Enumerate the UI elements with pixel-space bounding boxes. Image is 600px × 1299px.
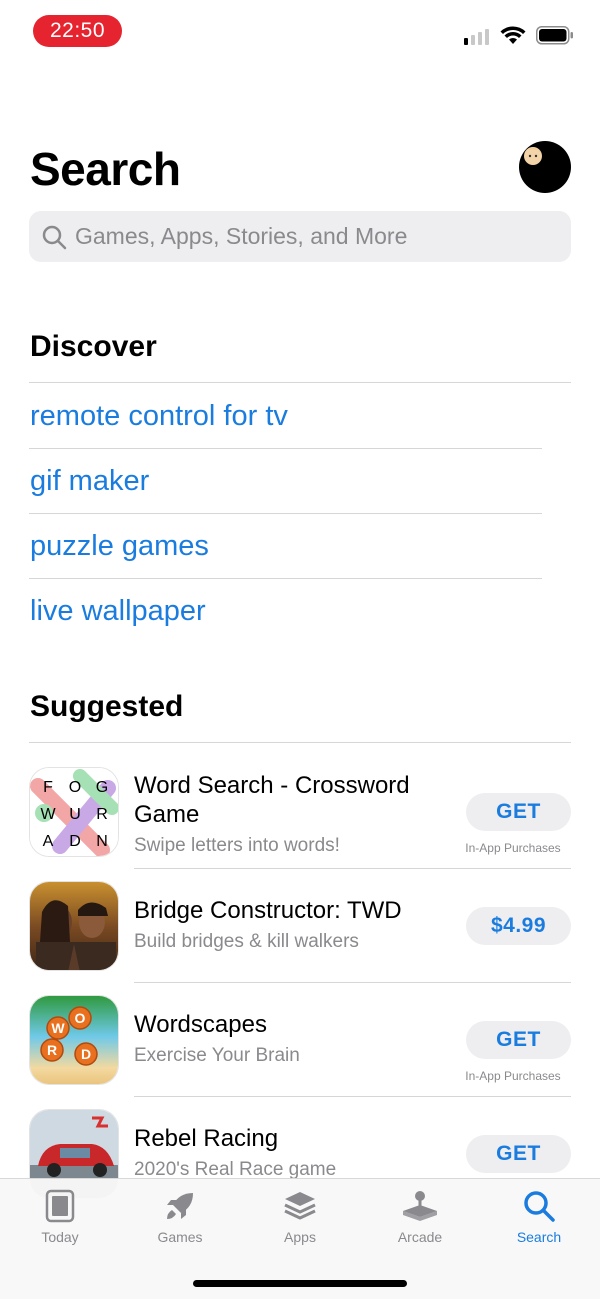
discover-item-divider xyxy=(29,578,542,579)
svg-text:W: W xyxy=(51,1020,65,1036)
suggested-divider xyxy=(29,742,571,743)
get-button[interactable]: GET xyxy=(466,1021,571,1059)
word-search-icon[interactable]: F O G W U R A D N xyxy=(29,767,119,857)
app-subtitle: Swipe letters into words! xyxy=(134,835,340,856)
word-search-letter: G xyxy=(96,779,108,796)
discover-divider xyxy=(29,382,571,383)
status-time: 22:50 xyxy=(33,15,122,47)
price-button[interactable]: $4.99 xyxy=(466,907,571,945)
word-search-letter: U xyxy=(69,806,81,823)
layers-icon xyxy=(284,1192,316,1220)
app-subtitle: Exercise Your Brain xyxy=(134,1045,300,1066)
tab-games[interactable]: Games xyxy=(130,1189,230,1245)
discover-heading: Discover xyxy=(30,330,157,363)
app-row-divider xyxy=(134,982,571,983)
tab-label: Apps xyxy=(284,1229,316,1245)
app-name[interactable]: Wordscapes xyxy=(134,1010,444,1039)
discover-item-divider xyxy=(29,448,542,449)
rocket-icon xyxy=(167,1193,193,1219)
discover-item[interactable]: puzzle games xyxy=(30,530,209,563)
word-search-letter: W xyxy=(40,806,56,823)
tab-label: Today xyxy=(41,1229,79,1245)
app-row-word-search[interactable]: F O G W U R A D N Word Search - Crosswor… xyxy=(29,767,571,881)
word-search-letter: O xyxy=(69,779,81,796)
tab-label: Games xyxy=(157,1229,203,1245)
app-row-divider xyxy=(134,1096,571,1097)
tab-label: Search xyxy=(516,1229,562,1245)
word-search-letter: F xyxy=(43,779,53,796)
svg-text:R: R xyxy=(47,1042,57,1058)
app-name[interactable]: Word Search - Crossword Game xyxy=(134,771,444,829)
app-row-wordscapes[interactable]: W O R D Wordscapes Exercise Your Brain G… xyxy=(29,995,571,1109)
account-avatar[interactable] xyxy=(519,141,571,193)
discover-item[interactable]: live wallpaper xyxy=(30,595,206,628)
search-input[interactable] xyxy=(75,223,555,250)
memoji-avatar-icon xyxy=(524,147,542,165)
bridge-constructor-icon[interactable] xyxy=(29,881,119,971)
discover-item-divider xyxy=(29,513,542,514)
in-app-purchases-note: In-App Purchases xyxy=(465,1069,561,1083)
today-icon xyxy=(45,1189,75,1223)
suggested-heading: Suggested xyxy=(30,690,184,723)
svg-text:O: O xyxy=(75,1010,86,1026)
word-search-letter: R xyxy=(96,806,108,823)
word-search-letter: N xyxy=(96,833,108,850)
page-title: Search xyxy=(30,143,181,195)
app-subtitle: Build bridges & kill walkers xyxy=(134,931,359,952)
word-search-letter: D xyxy=(69,833,81,850)
battery-icon xyxy=(536,26,573,45)
app-row-divider xyxy=(134,868,571,869)
word-search-letter: A xyxy=(43,833,54,850)
tab-label: Arcade xyxy=(397,1229,443,1245)
wifi-icon xyxy=(500,26,526,44)
in-app-purchases-note: In-App Purchases xyxy=(465,841,561,855)
app-name[interactable]: Rebel Racing xyxy=(134,1124,444,1153)
magnifying-glass-icon xyxy=(42,225,67,249)
tab-today[interactable]: Today xyxy=(10,1189,110,1245)
joystick-icon xyxy=(403,1191,437,1221)
tab-search[interactable]: Search xyxy=(489,1189,589,1245)
svg-text:D: D xyxy=(81,1046,91,1062)
search-icon xyxy=(524,1191,555,1222)
get-button[interactable]: GET xyxy=(466,1135,571,1173)
cellular-signal-icon xyxy=(464,28,489,45)
app-row-bridge-constructor[interactable]: Bridge Constructor: TWD Build bridges & … xyxy=(29,881,571,995)
wordscapes-icon[interactable]: W O R D xyxy=(29,995,119,1085)
search-field-container[interactable] xyxy=(29,211,571,262)
home-indicator[interactable] xyxy=(193,1280,407,1287)
discover-item[interactable]: gif maker xyxy=(30,465,149,498)
app-name[interactable]: Bridge Constructor: TWD xyxy=(134,896,444,925)
get-button[interactable]: GET xyxy=(466,793,571,831)
status-indicators xyxy=(464,26,574,45)
tab-arcade[interactable]: Arcade xyxy=(370,1189,470,1245)
discover-item[interactable]: remote control for tv xyxy=(30,400,288,433)
tab-apps[interactable]: Apps xyxy=(250,1189,350,1245)
